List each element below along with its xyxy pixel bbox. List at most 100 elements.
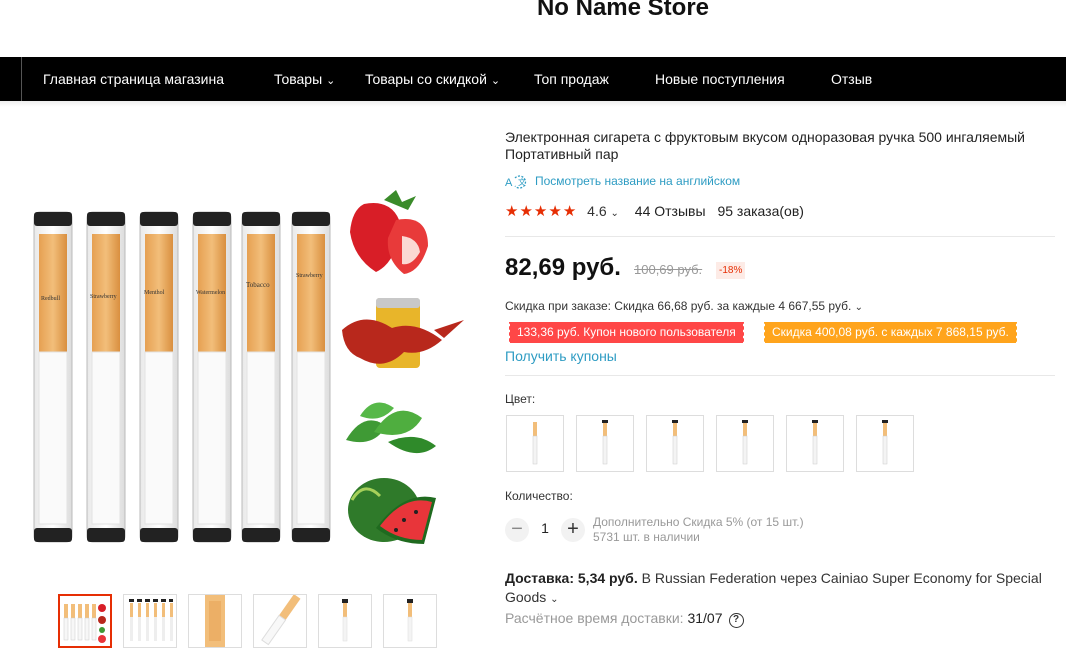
rating-value-dropdown[interactable]: 4.6 ⌄ <box>587 203 619 219</box>
quantity-label: Количество: <box>505 489 573 503</box>
color-swatch[interactable] <box>506 415 564 472</box>
rating-row: ★★★★★ 4.6 ⌄ 44 Отзывы 95 заказа(ов) <box>505 202 804 222</box>
nav-item-label: Топ продаж <box>534 71 609 87</box>
thumbnail-image <box>407 599 413 642</box>
swatch-image <box>532 422 538 465</box>
stock-text: 5731 шт. в наличии <box>593 530 700 544</box>
color-swatch[interactable] <box>786 415 844 472</box>
thumbnail-image <box>342 599 348 642</box>
quantity-increase-button[interactable]: + <box>561 518 585 542</box>
main-product-image[interactable]: Redbull Strawberry Menthol Watermelon To… <box>24 180 474 560</box>
color-swatch[interactable] <box>856 415 914 472</box>
store-title: No Name Store <box>536 0 710 21</box>
color-label: Цвет: <box>505 392 536 406</box>
thumbnail[interactable] <box>58 594 112 648</box>
reviews-link[interactable]: 44 Отзывы <box>635 203 706 219</box>
chevron-down-icon: ⌄ <box>490 75 501 87</box>
cigarette-tubes <box>33 211 331 543</box>
delivery-label: Расчётное время доставки: <box>505 610 684 626</box>
quantity-decrease-button[interactable]: − <box>505 518 529 542</box>
tube-label: Menthol <box>144 290 165 296</box>
translate-title-link[interactable]: A 文 Посмотреть название на английском <box>505 174 740 192</box>
translate-icon: A文 <box>505 175 527 189</box>
quantity-input[interactable]: 1 <box>530 520 560 536</box>
store-nav-bar: Главная страница магазина Товары ⌄ Товары… <box>0 57 1066 101</box>
plus-icon: + <box>567 518 579 540</box>
mint-leaves-icon <box>346 402 436 454</box>
color-swatch[interactable] <box>646 415 704 472</box>
thumbnail[interactable] <box>123 594 177 648</box>
svg-text:A: A <box>505 177 513 189</box>
nav-shadow <box>0 101 1066 107</box>
orders-count: 95 заказа(ов) <box>717 203 804 219</box>
nav-item-label: Новые поступления <box>655 71 785 87</box>
star-icon: ★ <box>548 203 562 220</box>
shipping-info: Доставка: 5,34 руб. B Russian Federation… <box>505 569 1060 609</box>
star-icon: ★ <box>562 203 577 220</box>
star-icon: ★ <box>533 203 548 220</box>
svg-text:文: 文 <box>518 177 526 187</box>
translate-link-label: Посмотреть название на английском <box>535 174 741 189</box>
rating-stars: ★★★★★ <box>505 203 577 220</box>
nav-item-discounts[interactable]: Товары со скидкой ⌄ <box>365 57 500 101</box>
order-discount-text: Скидка при заказе: Скидка 66,68 руб. за … <box>505 299 852 313</box>
nav-item-top-sales[interactable]: Топ продаж <box>534 57 609 101</box>
tube-label: Tobacco <box>246 281 270 289</box>
shipping-options-dropdown[interactable]: ⌄ <box>550 594 558 605</box>
delivery-date: 31/07 <box>687 610 723 626</box>
new-user-coupon[interactable]: 133,36 руб. Купон нового пользователя <box>508 322 744 343</box>
product-title: Электронная сигарета с фруктовым вкусом … <box>505 129 1026 162</box>
cigarette-flavors-image: Redbull Strawberry Menthol Watermelon To… <box>33 190 464 544</box>
thumbnail[interactable] <box>318 594 372 648</box>
tube-label: Strawberry <box>296 273 323 279</box>
swatch-image <box>672 420 678 465</box>
thumbnail[interactable] <box>253 594 307 648</box>
shipping-price: Доставка: 5,34 руб. <box>505 570 638 586</box>
swatch-image <box>882 420 888 465</box>
original-price: 100,69 руб. <box>634 262 703 277</box>
tube-label: Strawberry <box>90 294 117 300</box>
nav-item-reviews[interactable]: Отзыв <box>831 57 872 101</box>
nav-item-label: Товары <box>274 71 323 87</box>
nav-item-home[interactable]: Главная страница магазина <box>43 57 224 101</box>
strawberry-icon <box>350 190 428 274</box>
thumbnail[interactable] <box>188 594 242 648</box>
current-price: 82,69 руб. <box>505 254 621 281</box>
minus-icon: − <box>511 518 523 540</box>
rating-value: 4.6 <box>587 203 607 219</box>
nav-item-label: Товары со скидкой <box>365 71 487 87</box>
store-discount-coupon[interactable]: Скидка 400,08 руб. с каждых 7 868,15 руб… <box>763 322 1017 343</box>
get-coupons-link[interactable]: Получить купоны <box>505 348 617 364</box>
tube-label: Redbull <box>41 296 60 302</box>
star-icon: ★ <box>519 203 533 220</box>
tube-label: Watermelon <box>196 290 225 296</box>
nav-item-label: Отзыв <box>831 71 873 87</box>
quantity-discount-text: Дополнительно Скидка 5% (от 15 шт.) <box>593 515 804 529</box>
energy-drink-icon <box>342 298 464 368</box>
watermelon-icon <box>348 478 436 544</box>
swatch-image <box>812 420 818 465</box>
nav-edge <box>0 57 22 101</box>
discount-badge: -18% <box>716 262 746 279</box>
thumbnail-image <box>261 595 301 646</box>
chevron-down-icon: ⌄ <box>610 208 619 219</box>
question-icon[interactable]: ? <box>728 613 744 628</box>
delivery-estimate: Расчётное время доставки: 31/07? <box>505 610 744 628</box>
color-swatch[interactable] <box>716 415 774 472</box>
thumbnail-image <box>63 604 106 643</box>
quantity-info: Дополнительно Скидка 5% (от 15 шт.) 5731… <box>593 515 804 545</box>
divider <box>505 236 1055 237</box>
thumbnail-image <box>205 595 225 647</box>
divider <box>505 375 1055 376</box>
color-swatch[interactable] <box>576 415 634 472</box>
nav-item-new-arrivals[interactable]: Новые поступления <box>655 57 785 101</box>
star-icon: ★ <box>505 203 519 220</box>
thumbnail-image <box>129 599 173 641</box>
nav-item-products[interactable]: Товары ⌄ <box>274 57 335 101</box>
nav-item-label: Главная страница магазина <box>43 71 225 87</box>
chevron-down-icon: ⌄ <box>854 302 864 313</box>
order-discount-dropdown[interactable]: Скидка при заказе: Скидка 66,68 руб. за … <box>505 299 863 313</box>
thumbnail[interactable] <box>383 594 437 648</box>
chevron-down-icon: ⌄ <box>326 75 336 87</box>
swatch-image <box>602 420 608 465</box>
